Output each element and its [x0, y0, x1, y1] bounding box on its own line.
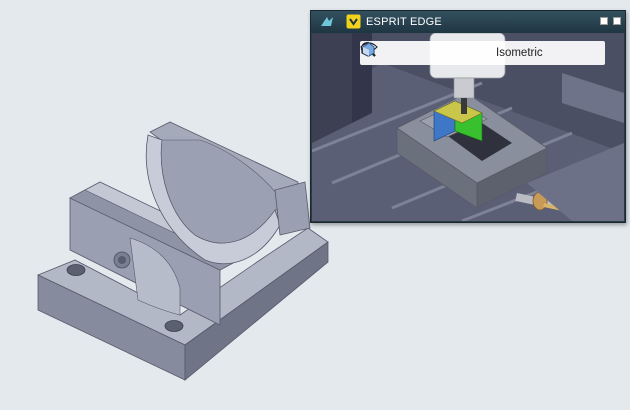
zoom-fit-button[interactable] — [361, 42, 468, 64]
view-toolbar: Isometric — [360, 41, 605, 65]
edge-logo-icon — [346, 14, 361, 29]
pan-button[interactable] — [360, 41, 416, 64]
zoom-button[interactable] — [361, 42, 442, 64]
esprit-app-icon — [321, 17, 333, 26]
preview-title-bar[interactable]: ESPRIT EDGE — [311, 11, 625, 33]
esprit-edge-preview-window[interactable]: ESPRIT EDGE Isometric — [310, 10, 626, 223]
restore-window-icon[interactable] — [599, 17, 608, 25]
machine-scene-viewport[interactable]: Isometric — [312, 33, 624, 221]
visibility-button[interactable] — [360, 42, 575, 64]
display-mode-icon — [362, 42, 375, 57]
maximize-window-icon[interactable] — [613, 17, 621, 25]
view-orientation-label[interactable]: Isometric — [494, 47, 549, 59]
display-mode-button[interactable] — [362, 42, 601, 64]
view-cube-button[interactable] — [361, 42, 494, 64]
preview-title: ESPRIT EDGE — [366, 16, 442, 28]
bearing-block-part — [37, 121, 329, 381]
